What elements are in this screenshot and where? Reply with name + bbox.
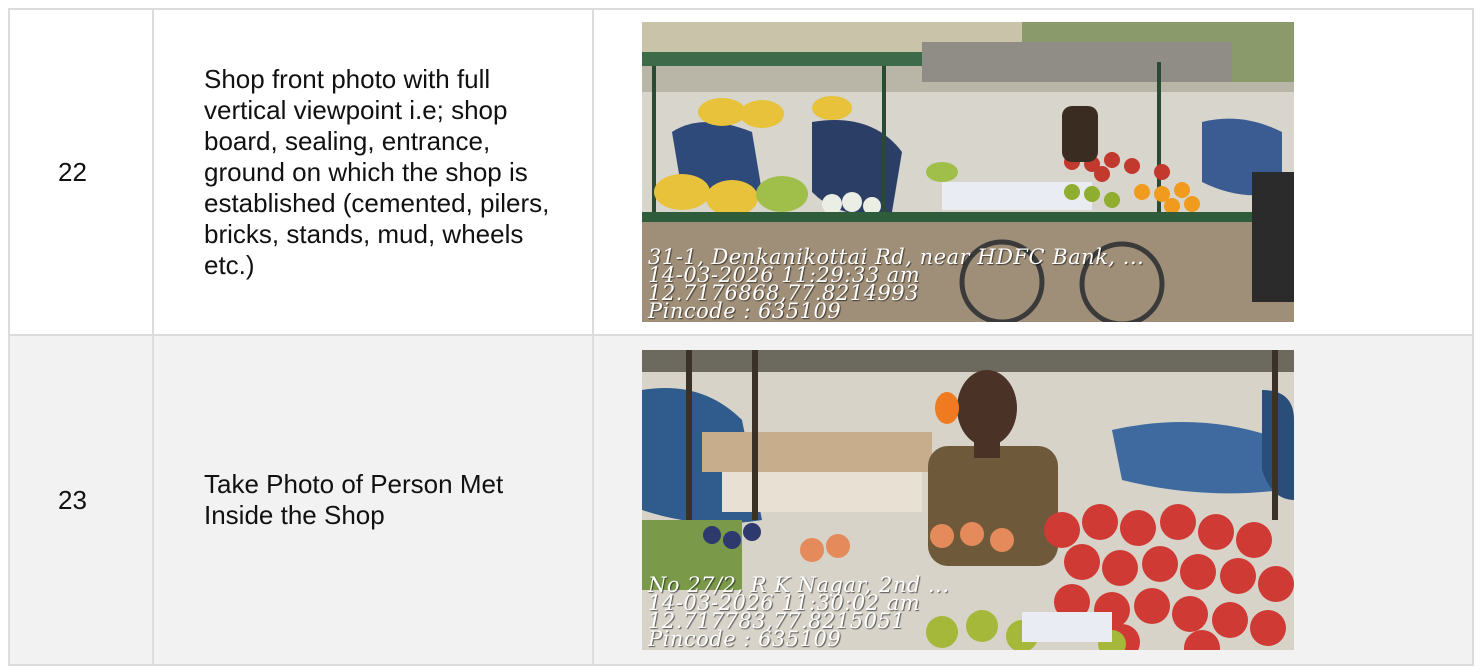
geotag-stamp: No 27/2, R K Nagar, 2nd ... 14-03-2026 1… [648, 575, 950, 650]
photo-cell: No 27/2, R K Nagar, 2nd ... 14-03-2026 1… [592, 334, 1474, 666]
row-description: Shop front photo with full vertical view… [152, 8, 594, 336]
photo-checklist-table: 22 Shop front photo with full vertical v… [8, 8, 1474, 666]
row-number: 23 [8, 334, 154, 666]
person-met-photo[interactable]: No 27/2, R K Nagar, 2nd ... 14-03-2026 1… [642, 350, 1294, 650]
shop-front-photo[interactable]: 31-1, Denkanikottai Rd, near HDFC Bank, … [642, 22, 1294, 322]
table-row: 22 Shop front photo with full vertical v… [8, 8, 1474, 336]
table-row: 23 Take Photo of Person Met Inside the S… [8, 334, 1474, 666]
geotag-stamp: 31-1, Denkanikottai Rd, near HDFC Bank, … [648, 247, 1144, 322]
row-description: Take Photo of Person Met Inside the Shop [152, 334, 594, 666]
row-number: 22 [8, 8, 154, 336]
photo-cell: 31-1, Denkanikottai Rd, near HDFC Bank, … [592, 8, 1474, 336]
